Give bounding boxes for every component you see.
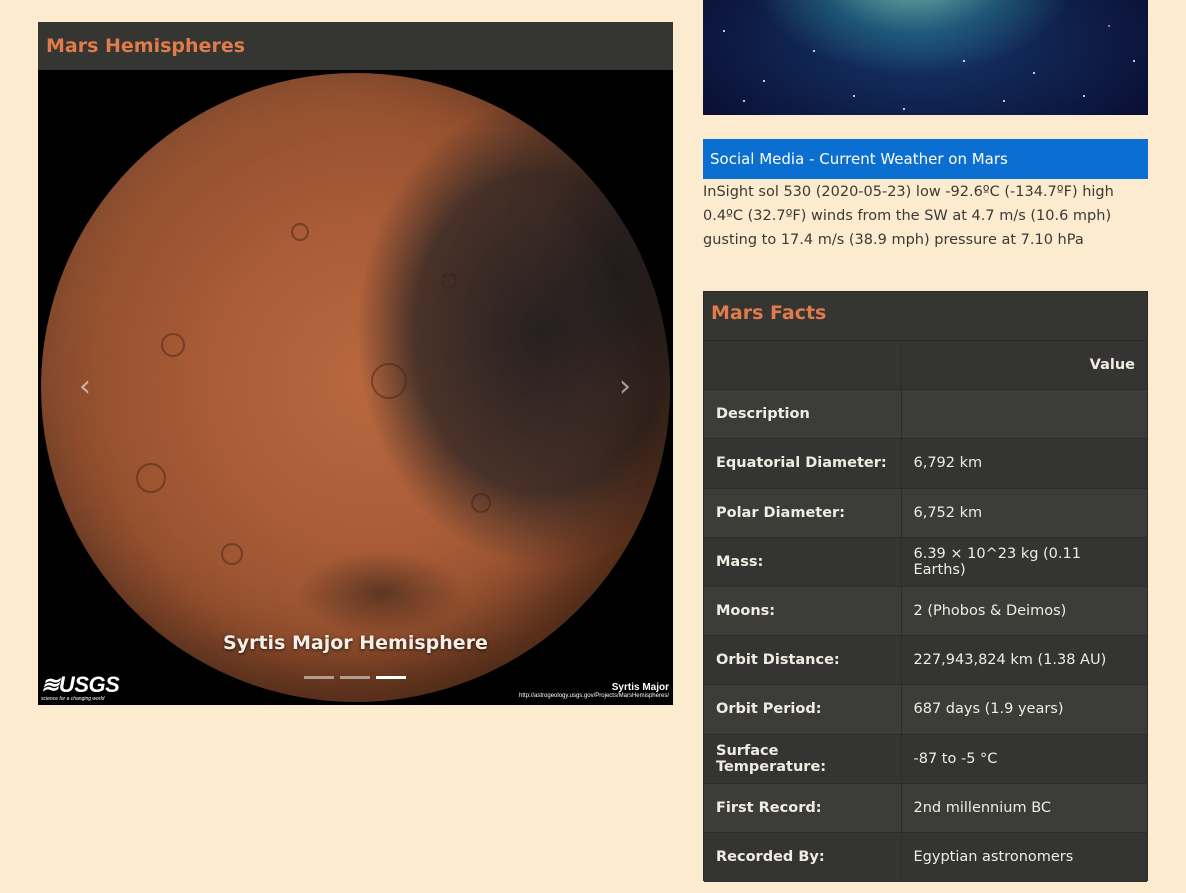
table-header-row: Value [704,339,1147,390]
fact-value: Egyptian astronomers [901,831,1147,882]
fact-label: Orbit Period: [704,684,902,734]
hemisphere-caption: Syrtis Major Hemisphere [223,632,488,654]
table-row: Mass: 6.39 × 10^23 kg (0.11 Earths) [704,536,1147,587]
fact-value: 6,752 km [901,487,1147,538]
header-value: Value [901,339,1147,390]
featured-image [703,0,1148,115]
carousel-next-button[interactable]: › [610,370,640,404]
fact-label: Polar Diameter: [704,487,902,538]
usgs-logo: ≋USGS science for a changing world [41,672,120,702]
mars-facts-card: Mars Facts Value Description Equatorial … [703,291,1148,882]
fact-value: 6.39 × 10^23 kg (0.11 Earths) [901,536,1147,587]
carousel-indicator-2[interactable] [340,676,370,679]
hemisphere-image [41,73,670,702]
carousel-prev-button[interactable]: ‹ [70,370,100,404]
fact-value: 2 (Phobos & Deimos) [901,585,1147,636]
table-row: Orbit Distance: 227,943,824 km (1.38 AU) [704,635,1147,685]
carousel-indicators [304,676,406,679]
fact-label: Mass: [704,536,902,587]
table-row: Orbit Period: 687 days (1.9 years) [704,684,1147,734]
fact-label: Surface Temperature: [704,733,902,784]
fact-value: 6,792 km [901,438,1147,489]
hemispheres-card: Mars Hemispheres ‹ › Syrtis Major Hemisp… [38,22,673,705]
carousel-indicator-1[interactable] [304,676,334,679]
fact-label: First Record: [704,782,902,833]
image-credit: Syrtis Major http://astrogeology.usgs.go… [519,682,669,699]
fact-value [901,389,1147,439]
table-row: Polar Diameter: 6,752 km [704,487,1147,538]
weather-title: Social Media - Current Weather on Mars [703,139,1148,179]
fact-label: Description [704,389,902,439]
fact-value: 2nd millennium BC [901,782,1147,833]
table-row: Description [704,389,1147,439]
fact-value: 687 days (1.9 years) [901,684,1147,734]
table-row: Recorded By: Egyptian astronomers [704,831,1147,882]
fact-label: Equatorial Diameter: [704,438,902,489]
fact-label: Orbit Distance: [704,635,902,685]
table-row: First Record: 2nd millennium BC [704,782,1147,833]
table-row: Equatorial Diameter: 6,792 km [704,438,1147,489]
fact-value: -87 to -5 °C [901,733,1147,784]
weather-tweet: InSight sol 530 (2020-05-23) low -92.6ºC… [703,184,1114,248]
table-row: Surface Temperature: -87 to -5 °C [704,733,1147,784]
fact-value: 227,943,824 km (1.38 AU) [901,635,1147,685]
carousel-indicator-3[interactable] [376,676,406,679]
facts-title: Mars Facts [704,292,1147,340]
hemisphere-carousel[interactable]: ‹ › Syrtis Major Hemisphere ≋USGS scienc… [38,70,673,705]
hemispheres-title: Mars Hemispheres [38,22,673,70]
table-row: Moons: 2 (Phobos & Deimos) [704,585,1147,636]
header-blank [704,339,902,390]
fact-label: Recorded By: [704,831,902,882]
facts-table: Value Description Equatorial Diameter: 6… [704,339,1147,882]
fact-label: Moons: [704,585,902,636]
